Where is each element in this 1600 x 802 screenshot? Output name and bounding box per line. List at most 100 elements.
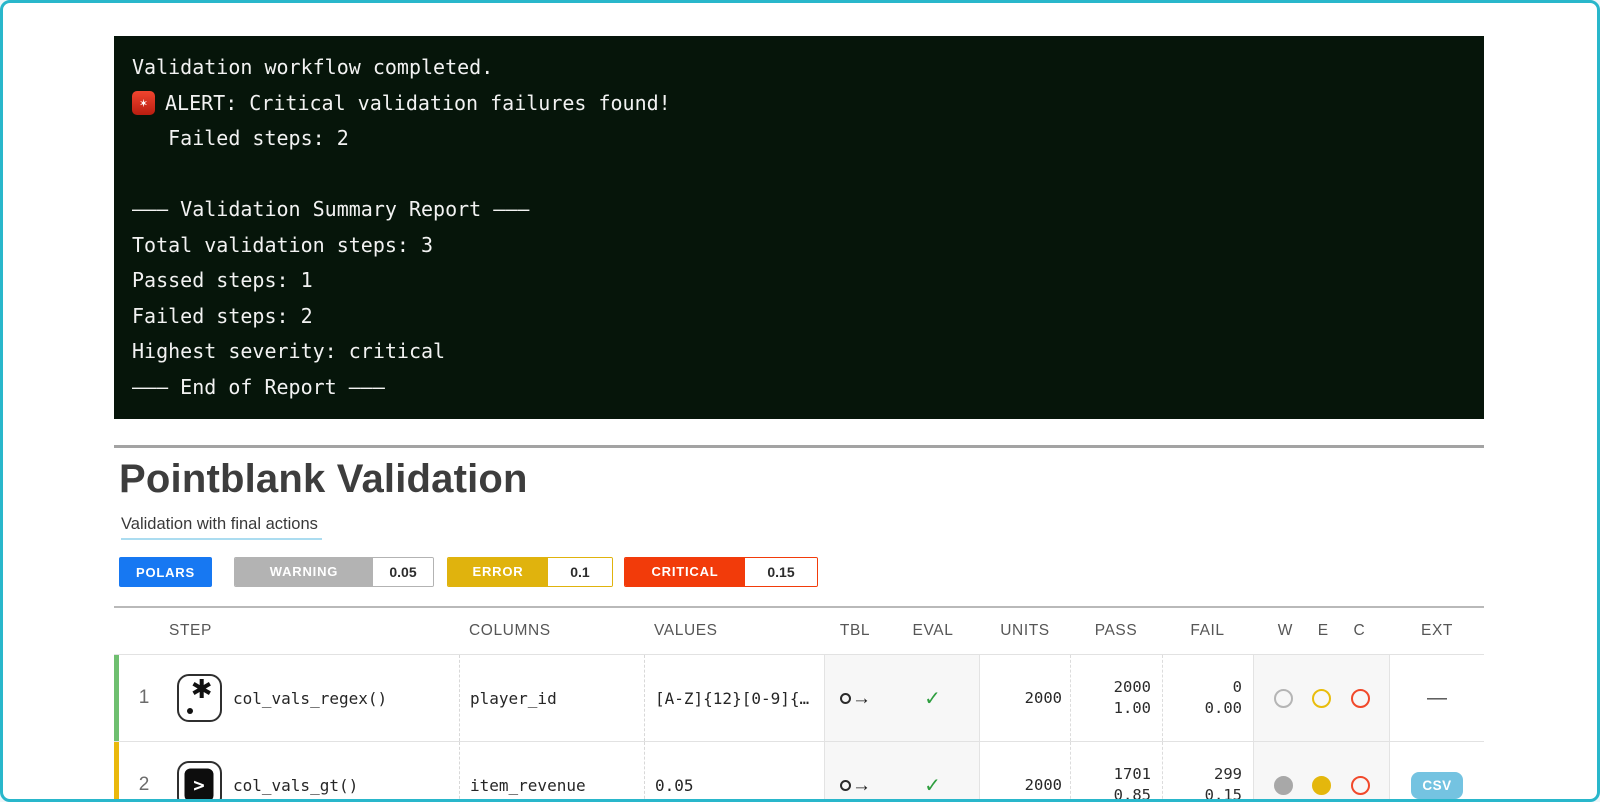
terminal-line: Failed steps: 2: [132, 299, 1466, 335]
page-frame: Validation workflow completed. ✶ ALERT: C…: [0, 0, 1600, 802]
fail-cell: 299 0.15: [1162, 742, 1253, 802]
asterisk-glyph: ✱: [191, 677, 213, 703]
warning-label: WARNING: [235, 558, 373, 586]
fail-cell: 0 0.00: [1162, 655, 1253, 741]
step-number: 2: [119, 742, 169, 802]
step-name: col_vals_gt(): [229, 742, 459, 802]
table-row-1: 1 ✱ col_vals_regex() player_id [A-Z]{12}…: [114, 654, 1484, 741]
terminal-line: Failed steps: 2: [132, 121, 1466, 157]
header-values: VALUES: [644, 608, 824, 654]
header-eval: EVAL: [886, 608, 980, 654]
threshold-badges: POLARS WARNING 0.05 ERROR 0.1 CRITICAL 0…: [119, 557, 1484, 587]
pass-cell: 1701 0.85: [1070, 742, 1162, 802]
regex-icon: ✱: [177, 674, 222, 722]
validation-report: Pointblank Validation Validation with fi…: [114, 445, 1484, 802]
terminal-line: Total validation steps: 3: [132, 228, 1466, 264]
warning-circle-icon: [1274, 776, 1293, 795]
terminal-line-alert: ✶ ALERT: Critical validation failures fou…: [132, 86, 1466, 122]
report-subtitle: Validation with final actions: [121, 515, 322, 540]
error-circle-icon: [1312, 689, 1331, 708]
arrow-glyph: →: [852, 689, 871, 708]
section-divider: [114, 445, 1484, 448]
extract-cell: CSV: [1390, 742, 1484, 802]
step-number: 1: [119, 655, 169, 741]
step-icon-cell: ✱: [169, 655, 229, 741]
header-fail: FAIL: [1162, 608, 1253, 654]
pass-count: 1701: [1114, 764, 1151, 785]
terminal-line: ——— End of Report ———: [132, 370, 1466, 406]
units-cell: 2000: [980, 742, 1070, 802]
tbl-cell: →: [824, 742, 886, 802]
pass-fraction: 1.00: [1114, 698, 1151, 719]
terminal-text: Passed steps: 1: [132, 263, 313, 299]
terminal-output: Validation workflow completed. ✶ ALERT: C…: [114, 36, 1484, 419]
table-arrow-icon: →: [840, 689, 871, 708]
extract-cell: —: [1390, 655, 1484, 741]
terminal-text: Highest severity: critical: [132, 334, 445, 370]
values-cell: 0.05: [644, 742, 824, 802]
values-cell: [A-Z]{12}[0-9]{…: [644, 655, 824, 741]
terminal-line: Passed steps: 1: [132, 263, 1466, 299]
alert-light-icon: ✶: [132, 91, 155, 115]
eval-check-icon: ✓: [886, 742, 980, 802]
critical-label: CRITICAL: [625, 558, 745, 586]
error-value: 0.1: [548, 558, 612, 586]
table-arrow-icon: →: [840, 776, 871, 795]
fail-count: 299: [1205, 764, 1242, 785]
error-threshold-badge: ERROR 0.1: [447, 557, 613, 587]
greater-than-icon: >: [177, 761, 222, 802]
terminal-line: Highest severity: critical: [132, 334, 1466, 370]
warning-threshold-badge: WARNING 0.05: [234, 557, 434, 587]
warning-circle-icon: [1274, 689, 1293, 708]
table-circle-glyph: [840, 693, 851, 704]
fail-fraction: 0.15: [1205, 785, 1242, 802]
header-tbl: TBL: [824, 608, 886, 654]
severity-indicators: [1253, 655, 1390, 741]
fail-fraction: 0.00: [1205, 698, 1242, 719]
critical-value: 0.15: [745, 558, 817, 586]
header-wec: W E C: [1253, 608, 1390, 654]
error-label: ERROR: [448, 558, 548, 586]
header-step: STEP: [119, 608, 459, 654]
terminal-text: Total validation steps: 3: [132, 228, 433, 264]
terminal-text: ALERT: Critical validation failures foun…: [165, 86, 671, 122]
header-ext: EXT: [1390, 608, 1484, 654]
header-pass: PASS: [1070, 608, 1162, 654]
critical-circle-icon: [1351, 776, 1370, 795]
fail-count: 0: [1205, 677, 1242, 698]
terminal-line: Validation workflow completed.: [132, 50, 1466, 86]
header-e: E: [1318, 622, 1329, 640]
page-title: Pointblank Validation: [119, 457, 1484, 502]
pass-fraction: 0.85: [1114, 785, 1151, 802]
header-c: C: [1353, 622, 1365, 640]
pass-cell: 2000 1.00: [1070, 655, 1162, 741]
dot-glyph: [187, 708, 193, 714]
table-header-row: STEP COLUMNS VALUES TBL EVAL UNITS PASS …: [114, 608, 1484, 654]
critical-circle-icon: [1351, 689, 1370, 708]
pass-count: 2000: [1114, 677, 1151, 698]
terminal-text: Failed steps: 2: [132, 121, 349, 157]
terminal-text: ——— Validation Summary Report ———: [132, 192, 529, 228]
units-cell: 2000: [980, 655, 1070, 741]
columns-cell: item_revenue: [459, 742, 644, 802]
terminal-text: ——— End of Report ———: [132, 370, 385, 406]
terminal-line: [132, 157, 1466, 193]
severity-indicators: [1253, 742, 1390, 802]
arrow-glyph: →: [852, 776, 871, 795]
terminal-text: Validation workflow completed.: [132, 50, 493, 86]
source-badge-polars: POLARS: [119, 557, 212, 587]
header-w: W: [1278, 622, 1293, 640]
table-circle-glyph: [840, 780, 851, 791]
step-icon-cell: >: [169, 742, 229, 802]
validation-table: STEP COLUMNS VALUES TBL EVAL UNITS PASS …: [114, 606, 1484, 802]
warning-value: 0.05: [373, 558, 433, 586]
critical-threshold-badge: CRITICAL 0.15: [624, 557, 818, 587]
eval-check-icon: ✓: [886, 655, 980, 741]
columns-cell: player_id: [459, 655, 644, 741]
csv-download-button[interactable]: CSV: [1411, 772, 1462, 799]
error-circle-icon: [1312, 776, 1331, 795]
terminal-text: Failed steps: 2: [132, 299, 313, 335]
header-columns: COLUMNS: [459, 608, 644, 654]
header-units: UNITS: [980, 608, 1070, 654]
step-name: col_vals_regex(): [229, 655, 459, 741]
